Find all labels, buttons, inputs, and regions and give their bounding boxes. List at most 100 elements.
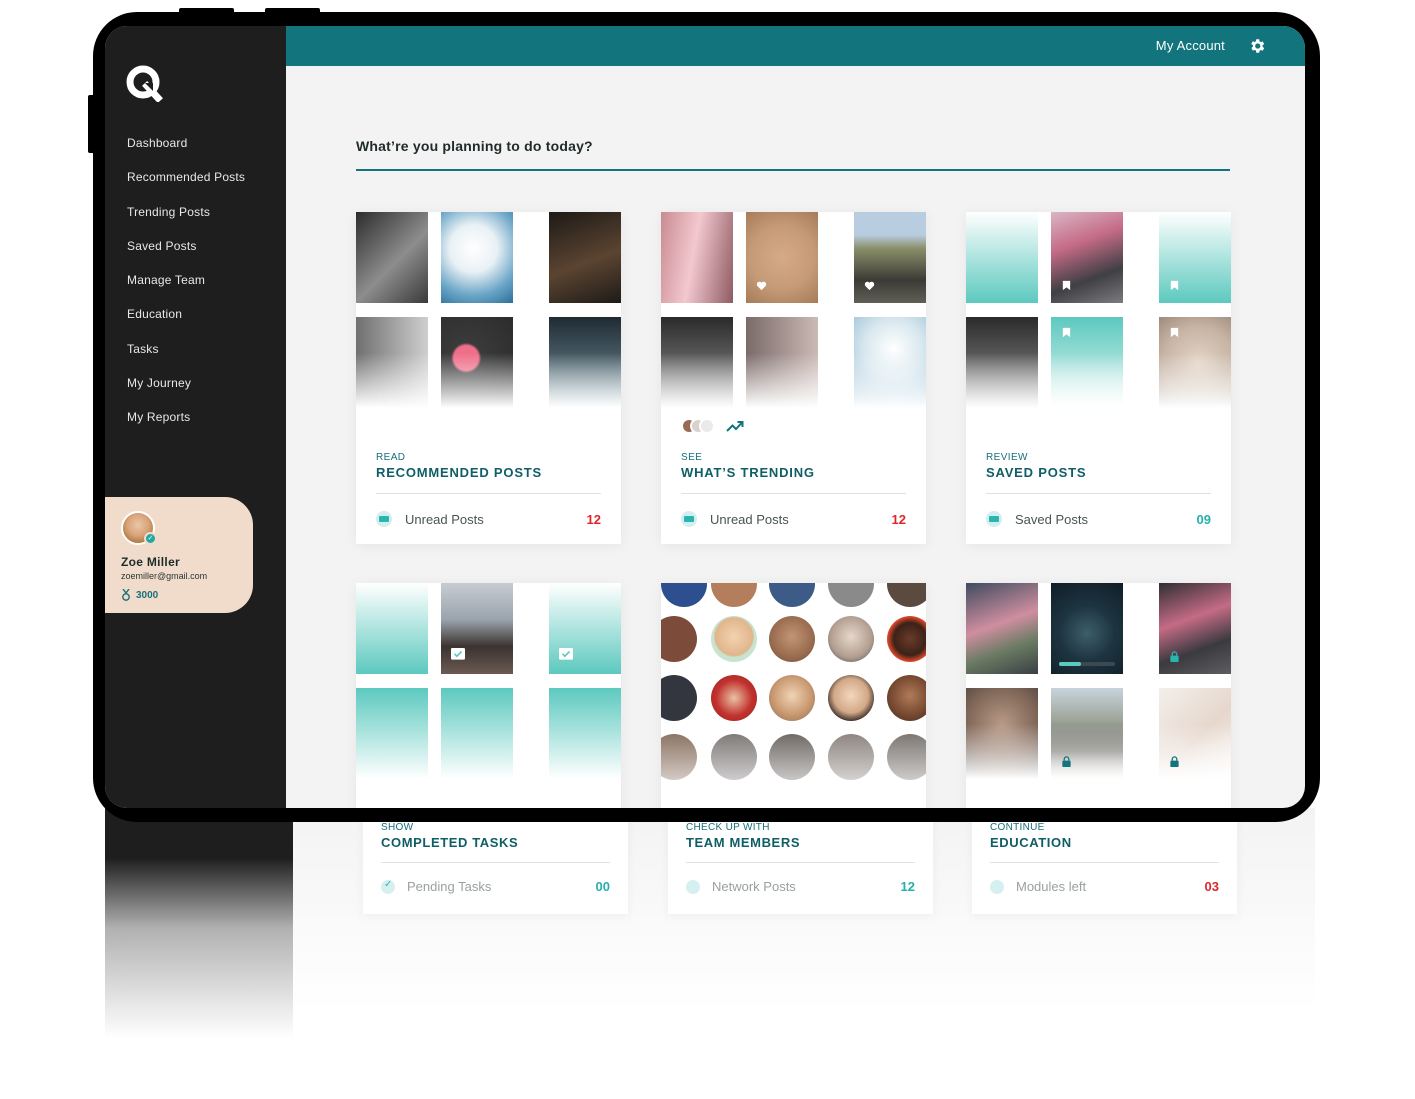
member-avatar[interactable] [887, 583, 926, 607]
module-thumbnail[interactable] [966, 583, 1038, 674]
member-avatar[interactable] [769, 616, 815, 662]
sidebar-item-my-reports[interactable]: My Reports [127, 410, 245, 444]
post-thumbnail[interactable] [661, 317, 733, 408]
module-thumbnail[interactable] [1159, 688, 1231, 779]
task-thumbnail[interactable] [549, 583, 621, 674]
post-thumbnail[interactable] [441, 317, 513, 408]
post-thumbnail[interactable] [441, 212, 513, 303]
my-account-link[interactable]: My Account [1156, 38, 1225, 53]
heart-icon[interactable] [864, 280, 875, 291]
member-avatar[interactable] [769, 583, 815, 607]
member-avatar[interactable] [711, 616, 757, 662]
post-thumbnail[interactable] [549, 317, 621, 408]
task-thumbnail[interactable] [441, 583, 513, 674]
heading-underline [356, 169, 1230, 171]
gear-icon[interactable] [1248, 37, 1266, 55]
module-thumbnail[interactable] [1051, 583, 1123, 674]
module-thumbnail[interactable] [966, 688, 1038, 779]
sidebar-item-recommended-posts[interactable]: Recommended Posts [127, 170, 245, 204]
team-members-card[interactable]: CHECK UP WITH TEAM MEMBERS Network Posts… [668, 808, 933, 914]
team-members-preview[interactable] [661, 583, 926, 808]
post-thumbnail[interactable] [854, 317, 926, 408]
recommended-posts-card[interactable]: READ RECOMMENDED POSTS Unread Posts 12 [356, 212, 621, 544]
profile-card[interactable]: ✓ Zoe Miller zoemiller@gmail.com 3000 [105, 497, 253, 613]
bookmark-icon[interactable] [1061, 327, 1072, 338]
card-stat-label: Network Posts [712, 879, 796, 894]
member-avatar[interactable] [828, 583, 874, 607]
card-stat-value: 12 [891, 511, 906, 527]
card-eyebrow: SEE [681, 452, 703, 463]
post-thumbnail[interactable] [549, 212, 621, 303]
card-divider [686, 862, 915, 863]
card-stat-label: Unread Posts [405, 511, 484, 527]
card-thumbnails [356, 583, 621, 779]
page-heading: What’re you planning to do today? [356, 138, 593, 154]
card-eyebrow: READ [376, 452, 406, 463]
task-thumbnail[interactable] [549, 688, 621, 779]
saved-icon [986, 511, 1002, 527]
post-thumbnail[interactable] [854, 212, 926, 303]
bookmark-icon[interactable] [1061, 280, 1072, 291]
top-bar: My Account [286, 26, 1305, 66]
task-thumbnail[interactable] [356, 583, 428, 674]
task-thumbnail[interactable] [441, 688, 513, 779]
sidebar-item-tasks[interactable]: Tasks [127, 342, 245, 376]
member-avatar[interactable] [769, 675, 815, 721]
card-eyebrow: REVIEW [986, 452, 1028, 463]
member-avatar[interactable] [661, 616, 697, 662]
sidebar-item-dashboard[interactable]: Dashboard [127, 136, 245, 170]
post-thumbnail[interactable] [966, 317, 1038, 408]
bookmark-icon[interactable] [1169, 327, 1180, 338]
trending-card[interactable]: SEE WHAT’S TRENDING Unread Posts 12 [661, 212, 926, 544]
sidebar-nav: Dashboard Recommended Posts Trending Pos… [127, 136, 245, 445]
bookmark-icon[interactable] [1169, 280, 1180, 291]
task-thumbnail[interactable] [356, 688, 428, 779]
sidebar-item-education[interactable]: Education [127, 307, 245, 341]
card-stat-label: Unread Posts [710, 511, 789, 527]
saved-posts-card[interactable]: REVIEW SAVED POSTS Saved Posts 09 [966, 212, 1231, 544]
member-avatar[interactable] [828, 616, 874, 662]
completed-tasks-preview[interactable] [356, 583, 621, 808]
sidebar-item-manage-team[interactable]: Manage Team [127, 273, 245, 307]
post-thumbnail[interactable] [966, 212, 1038, 303]
avatar[interactable]: ✓ [121, 511, 157, 545]
post-thumbnail[interactable] [1051, 212, 1123, 303]
card-stat-value: 12 [586, 511, 601, 527]
post-thumbnail[interactable] [1159, 212, 1231, 303]
post-thumbnail[interactable] [746, 317, 818, 408]
post-thumbnail[interactable] [1159, 317, 1231, 408]
member-avatar[interactable] [887, 616, 926, 662]
member-avatar[interactable] [661, 583, 707, 607]
sidebar-item-trending-posts[interactable]: Trending Posts [127, 205, 245, 239]
post-thumbnail[interactable] [356, 317, 428, 408]
medal-icon [122, 589, 130, 601]
card-thumbnails [966, 212, 1231, 408]
module-progress-fill [1059, 662, 1082, 666]
member-avatar[interactable] [887, 675, 926, 721]
post-thumbnail[interactable] [1051, 317, 1123, 408]
completed-tasks-card[interactable]: SHOW COMPLETED TASKS Pending Tasks 00 [363, 808, 628, 914]
member-avatar[interactable] [828, 675, 874, 721]
app-screen: Dashboard Recommended Posts Trending Pos… [105, 26, 1305, 808]
card-stat-label: Pending Tasks [407, 879, 492, 894]
module-thumbnail[interactable] [1159, 583, 1231, 674]
sidebar-item-saved-posts[interactable]: Saved Posts [127, 239, 245, 273]
education-preview[interactable] [966, 583, 1231, 808]
card-thumbnails [661, 212, 926, 408]
sidebar: Dashboard Recommended Posts Trending Pos… [105, 26, 286, 808]
member-avatar[interactable] [661, 675, 697, 721]
points-value: 3000 [136, 589, 159, 601]
module-thumbnail[interactable] [1051, 688, 1123, 779]
card-eyebrow: CONTINUE [990, 822, 1045, 833]
verified-icon: ✓ [144, 532, 157, 545]
post-thumbnail[interactable] [356, 212, 428, 303]
sidebar-item-my-journey[interactable]: My Journey [127, 376, 245, 410]
avatar[interactable] [699, 418, 715, 434]
heart-icon[interactable] [756, 280, 767, 291]
lock-icon [1170, 756, 1179, 767]
post-thumbnail[interactable] [661, 212, 733, 303]
member-avatar[interactable] [711, 583, 757, 607]
post-thumbnail[interactable] [746, 212, 818, 303]
education-card[interactable]: CONTINUE EDUCATION Modules left 03 [972, 808, 1237, 914]
member-avatar[interactable] [711, 675, 757, 721]
